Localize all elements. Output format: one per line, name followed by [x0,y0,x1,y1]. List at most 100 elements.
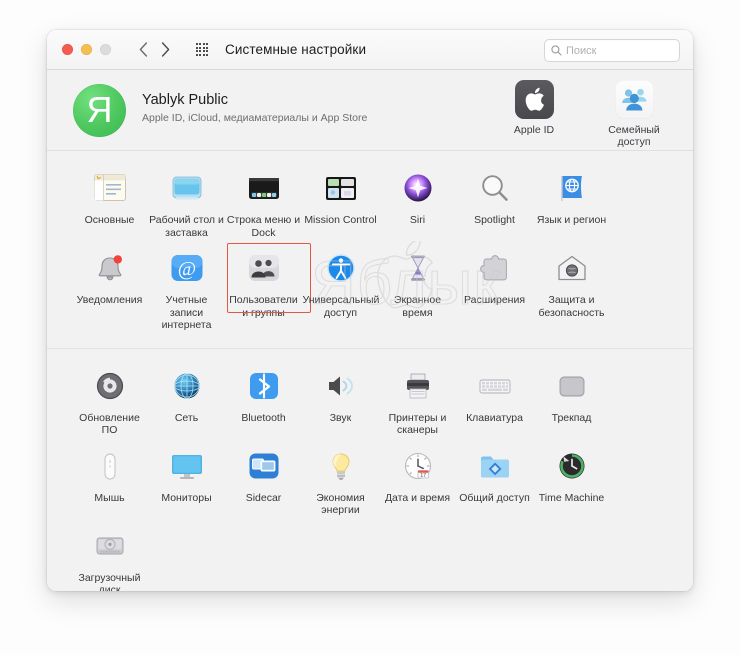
pref-siri[interactable]: Siri [379,165,456,245]
pref-mouse[interactable]: Мышь [71,443,148,523]
avatar-letter: Я [86,88,113,130]
family-sharing-icon [614,80,654,119]
network-icon [167,367,207,407]
pref-family-sharing[interactable]: Семейный доступ [597,80,671,148]
pref-label: Дата и время [384,491,451,504]
sharing-icon [475,447,515,487]
sidecar-icon [244,447,284,487]
pref-label: Основные [84,214,135,226]
bluetooth-icon [244,367,284,407]
show-all-grid-icon[interactable] [193,39,211,61]
pref-dock-menubar[interactable]: Строка меню и Dock [225,165,302,245]
system-preferences-window: Системные настройки Поиск Я Yablyk Publi… [47,30,693,591]
pref-label: Звук [329,411,352,424]
pref-date-time[interactable]: 17 Дата и время [379,443,456,523]
pref-users-groups[interactable]: Пользователи и группы [225,243,311,338]
pref-printers-scanners[interactable]: Принтеры и сканеры [379,363,456,443]
minimize-button[interactable] [81,44,92,55]
general-icon [90,169,130,209]
pref-label: Загрузочный диск [78,571,141,592]
accessibility-icon [321,249,361,289]
language-region-icon [552,169,592,209]
pref-label: Уведомления [76,294,143,306]
pref-sidecar[interactable]: Sidecar [225,443,302,523]
pref-network[interactable]: Сеть [148,363,225,443]
svg-text:17: 17 [420,473,426,479]
keyboard-icon [475,367,515,407]
pref-label: Строка меню и Dock [226,214,301,239]
window-titlebar: Системные настройки Поиск [47,30,693,70]
traffic-light-group [62,44,111,55]
apple-id-account-row[interactable]: Я Yablyk Public Apple ID, iCloud, медиам… [47,70,693,151]
users-groups-icon [244,249,284,289]
search-icon [551,45,562,56]
search-placeholder: Поиск [566,44,597,57]
avatar[interactable]: Я [73,84,126,137]
navigation-buttons [133,39,175,61]
energy-saver-icon [321,447,361,487]
pref-label: Учетные записи интернета [161,294,212,331]
pref-apple-id[interactable]: Apple ID [497,80,571,148]
pref-sharing[interactable]: Общий доступ [456,443,533,523]
pref-time-machine[interactable]: Time Machine [533,443,610,523]
pref-label: Защита и безопасность [538,294,605,319]
section-personal: Основные Рабочий стол и заставка Строка … [47,151,693,349]
pref-label: Рабочий стол и заставка [149,214,224,239]
desktop-screensaver-icon [167,169,207,209]
pref-software-update[interactable]: Обновление ПО [71,363,148,443]
displays-icon [167,447,207,487]
search-field[interactable]: Поиск [544,39,680,62]
pref-label: Time Machine [538,491,605,504]
pref-internet-accounts[interactable]: @ Учетные записи интернета [148,245,225,338]
pref-screen-time[interactable]: Экранное время [379,245,456,338]
pref-label: Универсальный доступ [302,294,380,319]
extensions-icon [475,249,515,289]
pref-label: Семейный доступ [608,124,660,148]
pref-general[interactable]: Основные [71,165,148,245]
svg-text:@: @ [177,258,195,280]
spotlight-icon [475,169,515,209]
apple-logo-icon [514,80,554,119]
startup-disk-icon [90,527,130,567]
pref-label: Сеть [174,411,199,424]
pref-energy-saver[interactable]: Экономия энергии [302,443,379,523]
pref-displays[interactable]: Мониторы [148,443,225,523]
time-machine-icon [552,447,592,487]
internet-accounts-icon: @ [167,249,207,289]
pref-extensions[interactable]: Расширения [456,245,533,338]
pref-notifications[interactable]: Уведомления [71,245,148,338]
pref-label: Принтеры и сканеры [388,411,447,437]
pref-label: Язык и регион [536,214,607,226]
sound-icon [321,367,361,407]
zoom-button [100,44,111,55]
pref-label: Мониторы [161,491,212,504]
window-title: Системные настройки [225,42,367,57]
dock-menubar-icon [244,169,284,209]
pref-trackpad[interactable]: Трекпад [533,363,610,443]
account-tiles: Apple ID Семейный доступ [497,80,671,148]
account-subtitle: Apple ID, iCloud, медиаматериалы и App S… [142,112,368,124]
pref-security-privacy[interactable]: Защита и безопасность [533,245,610,338]
pref-bluetooth[interactable]: Bluetooth [225,363,302,443]
pref-language-region[interactable]: Язык и регион [533,165,610,245]
close-button[interactable] [62,44,73,55]
pref-mission-control[interactable]: Mission Control [302,165,379,245]
preference-grid: Основные Рабочий стол и заставка Строка … [47,165,693,338]
printers-scanners-icon [398,367,438,407]
pref-keyboard[interactable]: Клавиатура [456,363,533,443]
pref-label: Пользователи и группы [229,294,298,319]
pref-label: Sidecar [245,491,282,504]
pref-sound[interactable]: Звук [302,363,379,443]
section-hardware: Обновление ПО Сеть Bluetooth Звук Принте… [47,349,693,592]
pref-label: Общий доступ [459,491,530,504]
pref-startup-disk[interactable]: Загрузочный диск [71,523,148,592]
forward-icon[interactable] [155,39,175,61]
pref-spotlight[interactable]: Spotlight [456,165,533,245]
mouse-icon [90,447,130,487]
pref-desktop-screensaver[interactable]: Рабочий стол и заставка [148,165,225,245]
back-icon[interactable] [133,39,153,61]
siri-icon [398,169,438,209]
screenshot-root: Системные настройки Поиск Я Yablyk Publi… [0,0,740,655]
pref-accessibility[interactable]: Универсальный доступ [302,245,379,338]
pref-label: Трекпад [551,411,592,424]
